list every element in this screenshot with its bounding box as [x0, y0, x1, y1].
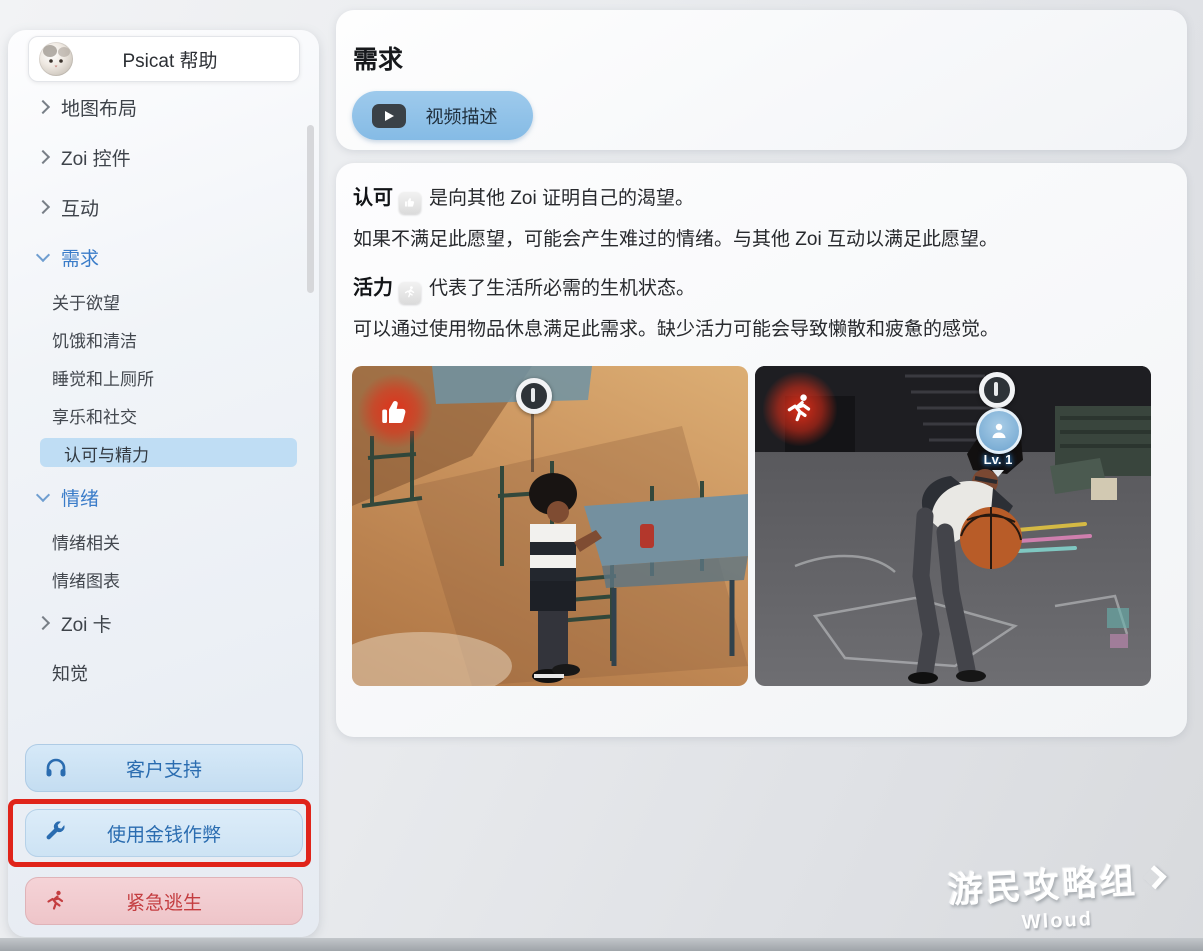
skill-level-icon [976, 408, 1022, 454]
watermark-title: 游民攻略组 [929, 851, 1181, 915]
sidebar-item-fun-social[interactable]: 享乐和社交 [8, 396, 319, 434]
runner-icon [44, 889, 68, 913]
energy-term: 活力 [353, 277, 393, 299]
chevron-down-icon [36, 488, 50, 502]
money-cheat-button[interactable]: 使用金钱作弊 [25, 809, 303, 857]
sidebar-item-zoi-controls[interactable]: Zoi 控件 [8, 132, 319, 182]
psicat-avatar [39, 42, 73, 76]
energy-runner-icon [399, 282, 421, 304]
approval-cafe-screenshot [352, 366, 748, 686]
chevron-down-icon [36, 248, 50, 262]
sidebar-item-approval-energy[interactable]: 认可与精力 [8, 434, 319, 472]
customer-support-button[interactable]: 客户支持 [25, 744, 303, 792]
thumbs-up-icon [399, 192, 421, 214]
bottom-edge-strip [0, 938, 1203, 951]
sidebar-item-zoi-card[interactable]: Zoi 卡 [8, 598, 319, 648]
emergency-escape-button[interactable]: 紧急逃生 [25, 877, 303, 925]
interaction-marker-icon [516, 378, 552, 414]
runner-icon [783, 392, 817, 426]
topic-body-text: 认可是向其他 Zoi 证明自己的渴望。 如果不满足此愿望，可能会产生难过的情绪。… [353, 178, 1173, 350]
energy-glow-badge [763, 372, 837, 446]
sidebar-item-perception[interactable]: 知觉 [8, 648, 319, 698]
headset-icon [44, 756, 68, 780]
watermark-subtitle: Wloud [932, 903, 1183, 939]
thumbs-up-icon [377, 393, 413, 429]
sidebar-item-emotions[interactable]: 情绪 [8, 472, 319, 522]
sidebar-item-interactions[interactable]: 互动 [8, 182, 319, 232]
energy-paragraph: 活力代表了生活所必需的生机状态。 可以通过使用物品休息满足此需求。缺少活力可能会… [353, 268, 1173, 350]
video-play-icon [372, 104, 406, 128]
court-character [908, 432, 1023, 684]
chevron-right-icon [36, 200, 50, 214]
sidebar-item-hunger-cleanliness[interactable]: 饥饿和清洁 [8, 320, 319, 358]
watermark: 游民攻略组 Wloud [929, 851, 1183, 940]
video-description-button[interactable]: 视频描述 [352, 91, 533, 140]
approval-glow-badge [358, 374, 432, 448]
chevron-right-icon [36, 100, 50, 114]
sidebar-item-about-desires[interactable]: 关于欲望 [8, 282, 319, 320]
marker-pole [531, 408, 534, 472]
sidebar-item-needs[interactable]: 需求 [8, 232, 319, 282]
sidebar-item-emotion-related[interactable]: 情绪相关 [8, 522, 319, 560]
help-sidebar-panel: Psicat 帮助 地图布局 Zoi 控件 互动 需求 关于欲望 饥饿和清洁 睡… [8, 30, 319, 937]
sidebar-title: Psicat 帮助 [73, 46, 289, 73]
sidebar-nav-list: 地图布局 Zoi 控件 互动 需求 关于欲望 饥饿和清洁 睡觉和上厕所 享乐和社… [8, 82, 319, 712]
chevron-right-icon [36, 616, 50, 630]
sidebar-item-emotion-chart[interactable]: 情绪图表 [8, 560, 319, 598]
screenshot-row: Lv. 1 [352, 366, 1151, 686]
cat-face-icon [39, 42, 73, 76]
skill-level-label: Lv. 1 [968, 452, 1028, 467]
approval-term: 认可 [353, 187, 393, 209]
sidebar-item-sleep-toilet[interactable]: 睡觉和上厕所 [8, 358, 319, 396]
topic-content-card: 认可是向其他 Zoi 证明自己的渴望。 如果不满足此愿望，可能会产生难过的情绪。… [336, 163, 1187, 737]
topic-header-card: 需求 视频描述 [336, 10, 1187, 150]
chevron-down-icon [992, 470, 1004, 477]
sidebar-header-card: Psicat 帮助 [28, 36, 300, 82]
sidebar-item-map-layout[interactable]: 地图布局 [8, 82, 319, 132]
approval-paragraph: 认可是向其他 Zoi 证明自己的渴望。 如果不满足此愿望，可能会产生难过的情绪。… [353, 178, 1173, 260]
chevron-right-icon [36, 150, 50, 164]
energy-basketball-screenshot: Lv. 1 [755, 366, 1151, 686]
sidebar-item-baby-clipped[interactable]: 宝宝 [8, 698, 319, 712]
watermark-arrow-icon [1142, 865, 1166, 889]
interaction-marker-icon [979, 372, 1015, 408]
page-title: 需求 [353, 40, 403, 76]
wrench-icon [44, 821, 68, 845]
sidebar-scrollbar-thumb[interactable] [307, 125, 314, 293]
